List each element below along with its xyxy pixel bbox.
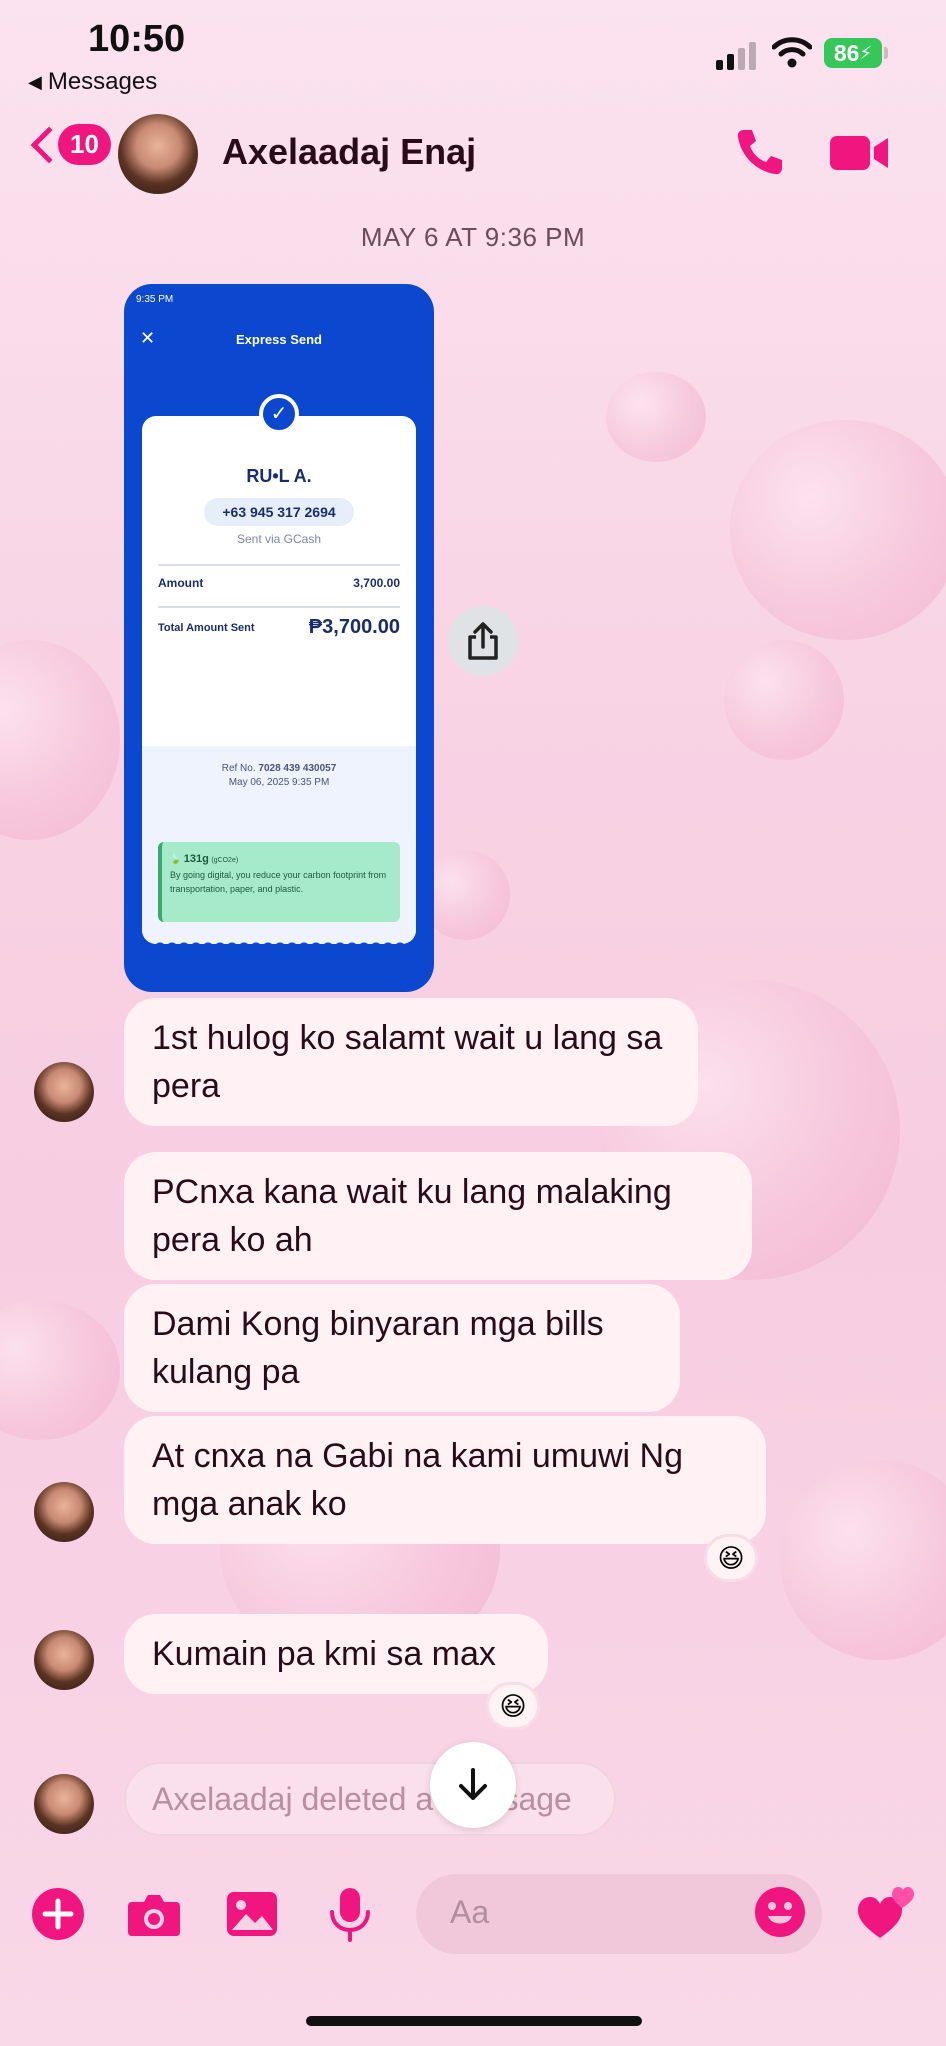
receipt-total-row: Total Amount Sent ₱3,700.00 bbox=[158, 616, 400, 639]
contact-avatar[interactable] bbox=[118, 114, 198, 194]
battery-cap bbox=[884, 47, 888, 59]
success-check-icon: ✓ bbox=[259, 394, 299, 434]
message-bubble[interactable]: Kumain pa kmi sa max bbox=[124, 1614, 548, 1694]
receipt-ref-section: Ref No. 7028 439 430057 May 06, 2025 9:3… bbox=[142, 746, 416, 944]
home-indicator bbox=[306, 2016, 642, 2026]
message-input[interactable]: Aa bbox=[416, 1874, 822, 1954]
message-bubble[interactable]: 1st hulog ko salamt wait u lang sa pera bbox=[124, 998, 698, 1126]
message-bubble[interactable]: At cnxa na Gabi na kami umuwi Ng mga ana… bbox=[124, 1416, 766, 1544]
message-bubble[interactable]: Dami Kong binyaran mga bills kulang pa bbox=[124, 1284, 680, 1412]
reaction-emoji[interactable]: 😆 bbox=[486, 1682, 540, 1730]
wifi-icon bbox=[772, 37, 812, 68]
back-triangle-icon: ◀ bbox=[28, 71, 42, 92]
smiley-icon[interactable] bbox=[754, 1886, 806, 1938]
share-button[interactable] bbox=[448, 606, 518, 676]
carbon-value: 131g bbox=[183, 853, 209, 865]
contact-name[interactable]: Axelaadaj Enaj bbox=[222, 131, 476, 173]
cellular-signal-icon bbox=[716, 40, 756, 70]
image-icon[interactable] bbox=[224, 1886, 280, 1942]
receipt-status-time: 9:35 PM bbox=[136, 294, 174, 305]
receipt-divider bbox=[158, 564, 400, 566]
back-button[interactable]: 10 bbox=[24, 124, 111, 165]
video-call-icon[interactable] bbox=[830, 132, 890, 174]
receipt-recipient: RU•L A. bbox=[246, 466, 312, 486]
carbon-footprint-box: 🍃 131g (gCO2e) By going digital, you red… bbox=[158, 842, 400, 922]
phone-icon[interactable] bbox=[734, 126, 786, 178]
sender-avatar[interactable] bbox=[34, 1062, 94, 1122]
sender-avatar[interactable] bbox=[34, 1482, 94, 1542]
receipt-divider bbox=[158, 606, 400, 608]
message-bubble[interactable]: PCnxa kana wait ku lang malaking pera ko… bbox=[124, 1152, 752, 1280]
share-icon bbox=[468, 622, 498, 660]
leaf-icon: 🍃 bbox=[170, 854, 182, 864]
reaction-emoji[interactable]: 😆 bbox=[704, 1534, 758, 1582]
microphone-icon[interactable] bbox=[322, 1886, 378, 1942]
sender-avatar[interactable] bbox=[34, 1774, 94, 1834]
sender-avatar[interactable] bbox=[34, 1630, 94, 1690]
deleted-message: Axelaadaj deleted a message bbox=[124, 1762, 616, 1836]
receipt-card: RU•L A. +63 945 317 2694 Sent via GCash … bbox=[142, 416, 416, 944]
total-value: ₱3,700.00 bbox=[308, 616, 400, 638]
ref-label: Ref No. bbox=[221, 763, 256, 774]
message-timestamp: MAY 6 AT 9:36 PM bbox=[360, 222, 586, 252]
back-to-app-link[interactable]: ◀ Messages bbox=[28, 68, 157, 96]
hearts-icon[interactable] bbox=[856, 1884, 916, 1944]
receipt-amount-row: Amount 3,700.00 bbox=[158, 576, 400, 590]
arrow-down-icon bbox=[459, 1768, 487, 1800]
receipt-phone: +63 945 317 2694 bbox=[204, 498, 354, 526]
receipt-title: Express Send bbox=[236, 332, 322, 347]
carbon-unit: (gCO2e) bbox=[211, 857, 239, 864]
receipt-image[interactable]: 9:35 PM ✕ Express Send RU•L A. +63 945 3… bbox=[124, 284, 434, 992]
amount-value: 3,700.00 bbox=[353, 576, 400, 590]
receipt-zigzag bbox=[142, 938, 416, 948]
total-label: Total Amount Sent bbox=[158, 621, 255, 634]
amount-label: Amount bbox=[158, 576, 204, 590]
message-input-placeholder: Aa bbox=[450, 1894, 490, 1930]
battery-indicator: 86 ⚡ bbox=[824, 38, 882, 68]
charging-bolt-icon: ⚡ bbox=[859, 42, 873, 63]
plus-circle-icon[interactable] bbox=[30, 1886, 86, 1942]
receipt-date: May 06, 2025 9:35 PM bbox=[228, 777, 330, 788]
ref-value: 7028 439 430057 bbox=[258, 763, 337, 774]
scroll-to-bottom-button[interactable] bbox=[430, 1742, 516, 1828]
receipt-sent-via: Sent via GCash bbox=[236, 532, 322, 546]
camera-icon[interactable] bbox=[126, 1886, 182, 1942]
status-time: 10:50 bbox=[88, 18, 186, 60]
carbon-text: By going digital, you reduce your carbon… bbox=[170, 870, 387, 894]
back-app-label: Messages bbox=[47, 68, 158, 95]
receipt-ref: Ref No. 7028 439 430057 May 06, 2025 9:3… bbox=[142, 762, 416, 790]
